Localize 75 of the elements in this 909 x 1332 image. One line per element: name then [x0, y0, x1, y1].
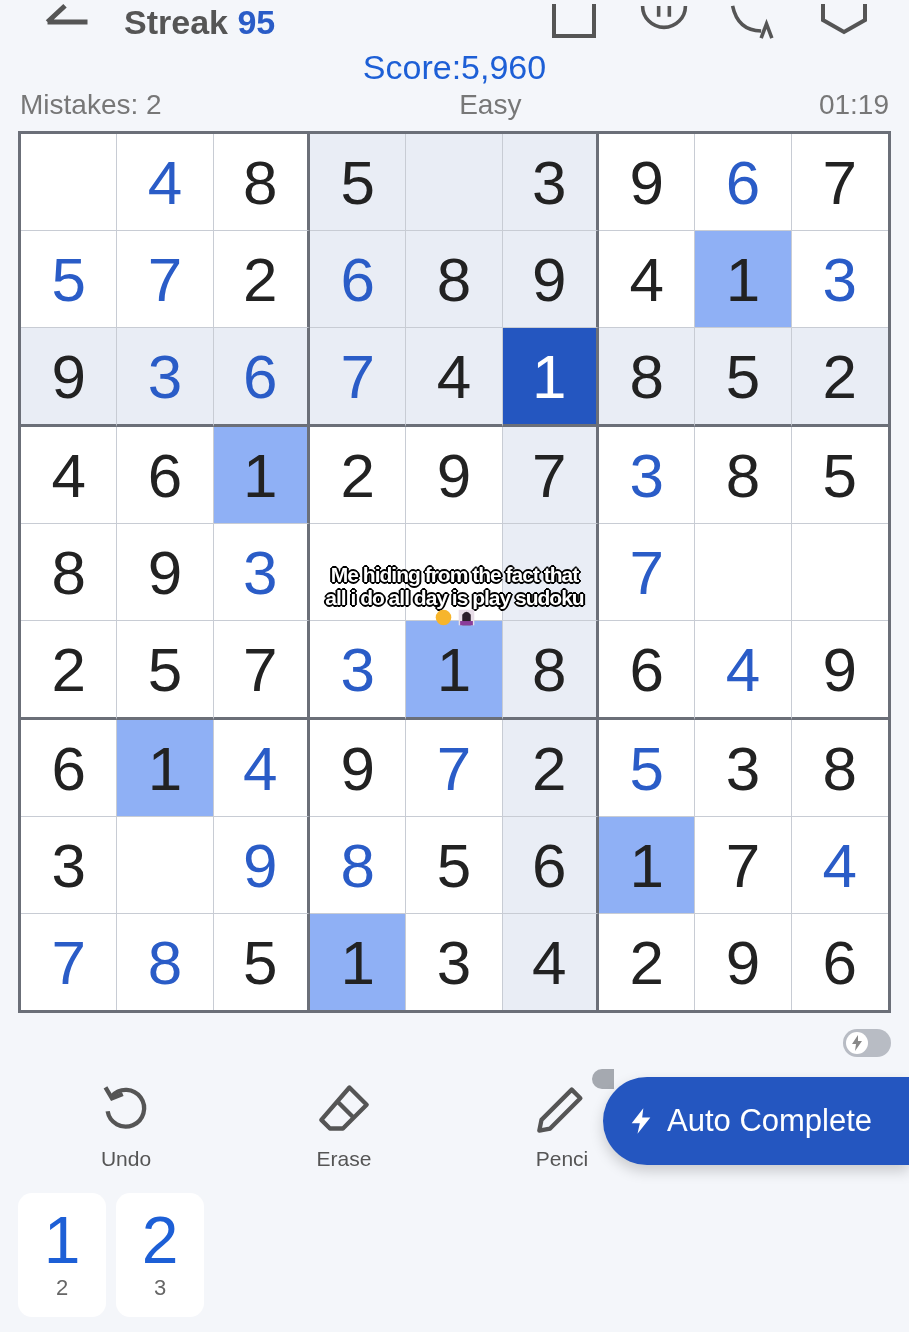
sudoku-cell[interactable]: 9: [117, 524, 214, 621]
sudoku-cell[interactable]: 3: [695, 720, 792, 817]
sudoku-cell[interactable]: 7: [213, 621, 310, 720]
action-label[interactable]: Penci: [535, 1147, 589, 1171]
sudoku-cell[interactable]: 3: [502, 134, 599, 231]
sudoku-cell[interactable]: 1: [117, 720, 214, 817]
sudoku-cell[interactable]: 6: [695, 134, 792, 231]
sudoku-cell[interactable]: 9: [21, 328, 118, 427]
sudoku-cell[interactable]: 8: [502, 621, 599, 720]
sudoku-cell[interactable]: 5: [117, 621, 214, 720]
sudoku-cell[interactable]: 6: [117, 427, 214, 524]
sudoku-cell[interactable]: 8: [599, 328, 696, 427]
sudoku-cell[interactable]: 6: [502, 817, 599, 914]
fast-mode-toggle[interactable]: [843, 1029, 891, 1057]
sudoku-cell[interactable]: 3: [599, 427, 696, 524]
sudoku-cell[interactable]: 3: [21, 817, 118, 914]
timer: 01:19: [818, 89, 889, 121]
sudoku-cell[interactable]: 4: [599, 231, 696, 328]
sudoku-cell[interactable]: 7: [695, 817, 792, 914]
sudoku-cell[interactable]: 3: [117, 328, 214, 427]
auto-complete-button[interactable]: Auto Complete: [603, 1077, 909, 1165]
sudoku-cell[interactable]: 3: [213, 524, 310, 621]
sudoku-cell[interactable]: 8: [406, 231, 503, 328]
sudoku-cell[interactable]: 6: [599, 621, 696, 720]
sudoku-cell[interactable]: 1: [599, 817, 696, 914]
sudoku-cell[interactable]: 4: [695, 621, 792, 720]
sudoku-cell[interactable]: 7: [310, 328, 407, 427]
sudoku-cell[interactable]: 9: [310, 720, 407, 817]
sudoku-cell[interactable]: 2: [791, 328, 888, 427]
sudoku-cell[interactable]: 2: [310, 427, 407, 524]
streak-label: Streak 95: [124, 2, 276, 42]
sudoku-cell[interactable]: 9: [406, 427, 503, 524]
sudoku-cell[interactable]: 8: [213, 134, 310, 231]
mistakes-count: Mistakes: 2: [20, 89, 162, 121]
sudoku-cell[interactable]: 4: [117, 134, 214, 231]
sudoku-cell[interactable]: 8: [310, 817, 407, 914]
number-key[interactable]: 1 2: [18, 1193, 106, 1317]
sudoku-cell[interactable]: 6: [213, 328, 310, 427]
sudoku-cell[interactable]: 2: [502, 720, 599, 817]
emoji-icon: [434, 609, 452, 626]
sudoku-cell[interactable]: 7: [502, 427, 599, 524]
sudoku-cell[interactable]: 9: [502, 231, 599, 328]
sudoku-cell[interactable]: 9: [213, 817, 310, 914]
number-key[interactable]: 2 3: [116, 1193, 204, 1317]
sudoku-cell[interactable]: 1: [695, 231, 792, 328]
sudoku-cell[interactable]: 1: [310, 914, 407, 1010]
sudoku-cell[interactable]: 5: [21, 231, 118, 328]
sudoku-cell[interactable]: 5: [310, 134, 407, 231]
difficulty-label: Easy: [459, 89, 522, 121]
sudoku-cell[interactable]: 3: [310, 621, 407, 720]
sudoku-cell[interactable]: 8: [21, 524, 118, 621]
sudoku-cell[interactable]: 4: [406, 328, 503, 427]
sudoku-cell[interactable]: 7: [599, 524, 696, 621]
score: Score:5,960: [361, 48, 548, 87]
sudoku-cell[interactable]: 8: [695, 427, 792, 524]
sudoku-cell[interactable]: 6: [21, 720, 118, 817]
sudoku-cell[interactable]: 4: [502, 914, 599, 1010]
pencil-mode-badge: [592, 1069, 614, 1089]
sudoku-cell[interactable]: 4: [21, 427, 118, 524]
lightning-icon: [845, 1031, 869, 1055]
action-label[interactable]: Erase: [316, 1147, 372, 1171]
sudoku-cell[interactable]: 5: [695, 328, 792, 427]
sudoku-cell[interactable]: 4: [213, 720, 310, 817]
sudoku-cell[interactable]: 2: [213, 231, 310, 328]
sudoku-cell[interactable]: 5: [599, 720, 696, 817]
sudoku-cell[interactable]: 7: [406, 720, 503, 817]
sudoku-cell[interactable]: 7: [117, 231, 214, 328]
sudoku-cell[interactable]: 6: [310, 231, 407, 328]
sudoku-cell[interactable]: 5: [406, 817, 503, 914]
sudoku-cell[interactable]: 2: [21, 621, 118, 720]
action-label[interactable]: Undo: [100, 1147, 152, 1171]
sudoku-cell[interactable]: 1: [502, 328, 599, 427]
sudoku-cell[interactable]: 9: [599, 134, 696, 231]
sudoku-cell[interactable]: 1: [406, 621, 503, 720]
sudoku-cell[interactable]: 1: [213, 427, 310, 524]
